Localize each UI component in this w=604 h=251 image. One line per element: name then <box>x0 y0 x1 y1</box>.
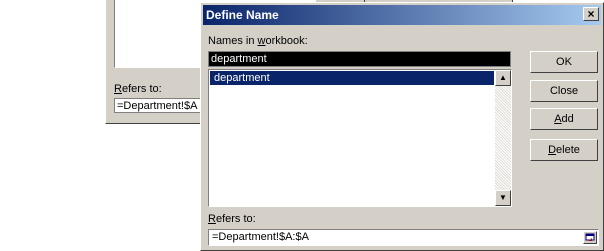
name-input[interactable]: department <box>208 51 511 67</box>
define-name-dialog: Define Name × Names in workbook: departm… <box>200 2 604 251</box>
collapse-dialog-icon[interactable] <box>583 231 597 244</box>
refers-to-label: Refers to: <box>208 213 256 225</box>
list-item[interactable]: department <box>210 71 494 85</box>
vertical-scrollbar[interactable]: ▲ ▼ <box>495 70 511 206</box>
names-list[interactable]: department ▲ ▼ <box>208 69 512 207</box>
background-refers-to-label: Refers to: <box>114 83 162 95</box>
dialog-title: Define Name <box>206 8 279 22</box>
scroll-up-icon[interactable]: ▲ <box>495 70 511 86</box>
scroll-down-icon[interactable]: ▼ <box>495 190 511 206</box>
refers-to-value: =Department!$A:$A <box>212 231 309 243</box>
dialog-titlebar[interactable]: Define Name × <box>203 5 601 25</box>
ok-button[interactable]: OK <box>530 51 598 73</box>
delete-button[interactable]: Delete <box>530 139 598 161</box>
screen: Refers to: =Department!$A Define Name × … <box>0 0 604 251</box>
names-in-workbook-label: Names in workbook: <box>208 35 308 47</box>
refers-to-input[interactable]: =Department!$A:$A <box>208 229 599 246</box>
close-button[interactable]: Close <box>530 80 598 102</box>
add-button[interactable]: Add <box>530 108 598 130</box>
close-icon[interactable]: × <box>583 7 599 21</box>
